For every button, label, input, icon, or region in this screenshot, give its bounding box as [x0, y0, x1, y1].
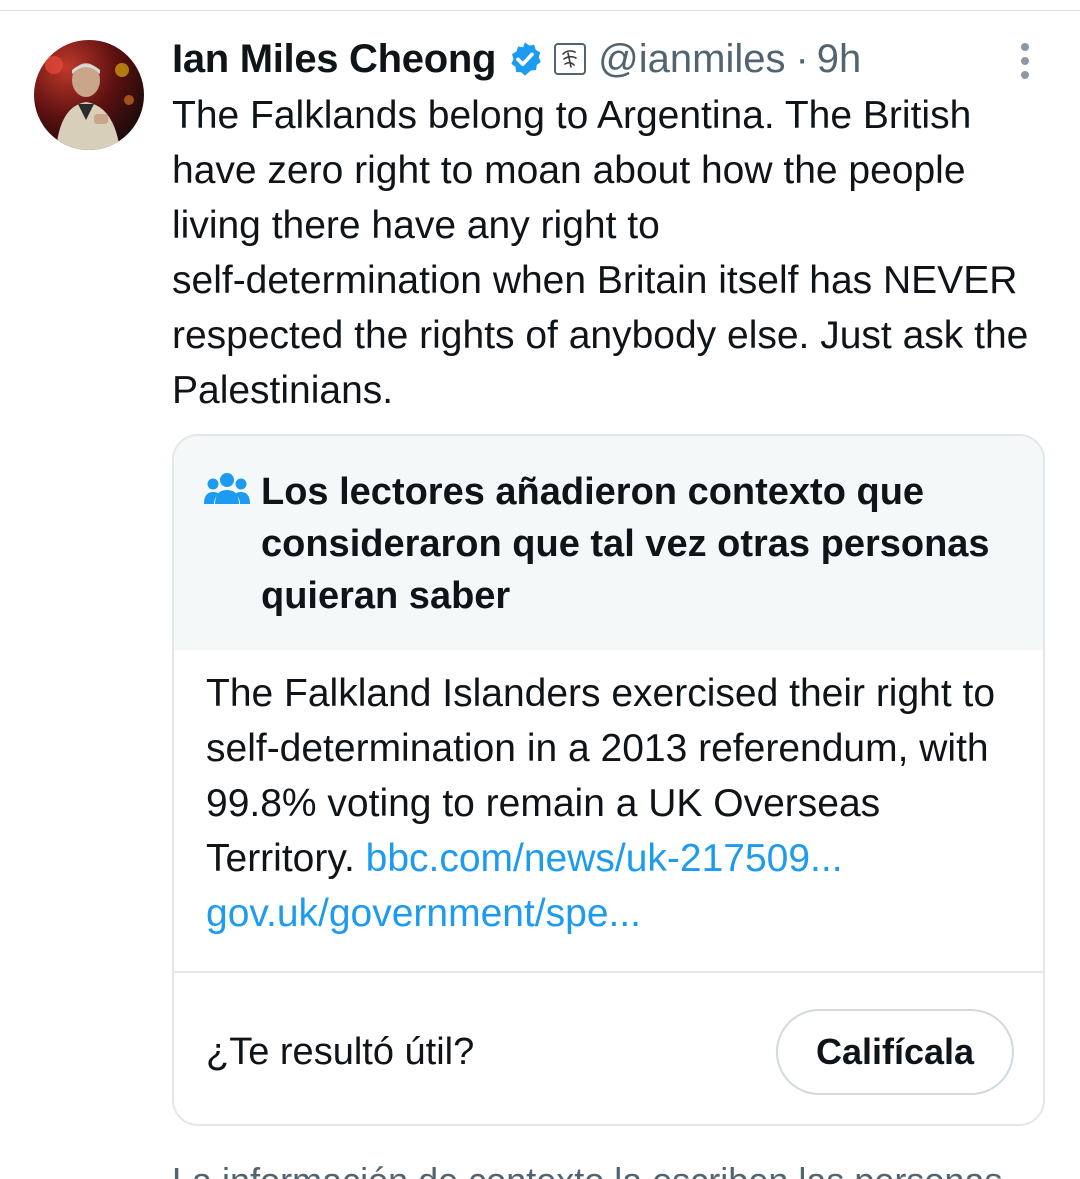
community-notes-icon: [204, 470, 250, 510]
top-divider: [0, 10, 1080, 11]
note-link-bbc[interactable]: bbc.com/news/uk-217509...: [366, 837, 843, 880]
footer-note-partial: La información de contexto la escriben l…: [172, 1158, 1052, 1179]
card-divider: [174, 971, 1043, 973]
header-separator: ·: [795, 36, 809, 81]
community-note-header: Los lectores añadieron contexto que cons…: [174, 436, 1043, 650]
community-note-body: The Falkland Islanders exercised their r…: [206, 666, 1006, 941]
tweet-header: Ian Miles Cheong @ianmiles · 9h: [172, 34, 861, 84]
tweet-text: The Falklands belong to Argentina. The B…: [172, 94, 1029, 412]
avatar-photo: [45, 56, 134, 150]
affiliate-badge-icon[interactable]: [554, 43, 587, 75]
helpful-question: ¿Te resultó útil?: [206, 1031, 475, 1073]
verified-badge-icon[interactable]: [506, 40, 544, 78]
tweet-time[interactable]: 9h: [817, 37, 862, 82]
note-link-gov[interactable]: gov.uk/government/spe...: [206, 892, 641, 935]
community-note-title: Los lectores añadieron contexto que cons…: [261, 471, 990, 617]
footer-note-text: La información de contexto la escriben l…: [172, 1158, 1052, 1179]
community-note-card: Los lectores añadieron contexto que cons…: [172, 434, 1045, 1126]
rate-it-button[interactable]: Califícala: [776, 1009, 1014, 1095]
author-name[interactable]: Ian Miles Cheong: [172, 37, 496, 82]
author-handle[interactable]: @ianmiles: [598, 37, 785, 82]
author-avatar[interactable]: [34, 40, 144, 150]
more-options-icon[interactable]: [1014, 42, 1036, 82]
